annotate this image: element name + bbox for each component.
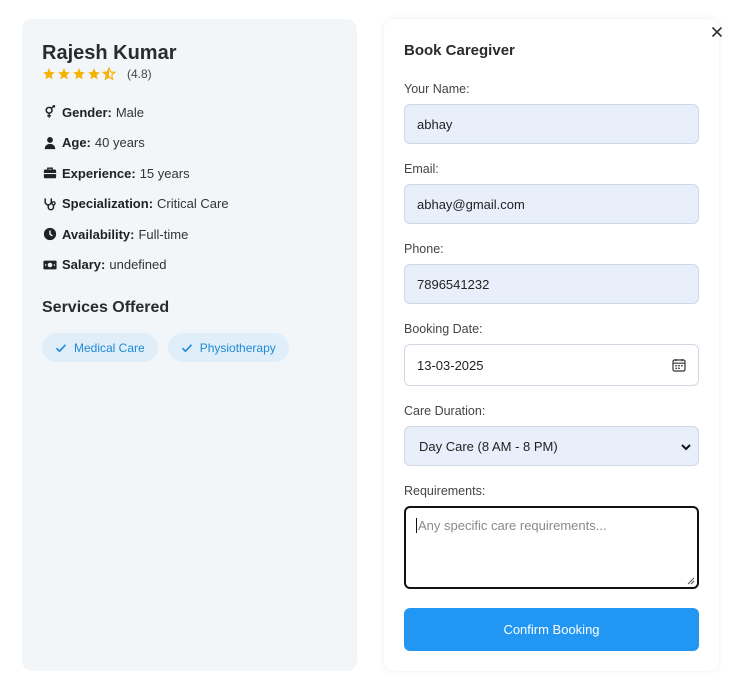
detail-age: Age: 40 years (42, 133, 229, 153)
calendar-icon[interactable] (672, 358, 686, 372)
care-duration-select[interactable]: Day Care (8 AM - 8 PM) (404, 426, 699, 466)
date-label: Booking Date: (404, 322, 483, 336)
detail-value: 40 years (94, 135, 145, 150)
close-button[interactable] (709, 24, 725, 40)
email-input[interactable]: abhay@gmail.com (404, 184, 699, 224)
detail-value: Critical Care (157, 196, 229, 211)
detail-salary: Salary: undefined (42, 255, 229, 275)
duration-label: Care Duration: (404, 404, 486, 418)
phone-input[interactable]: 7896541232 (404, 264, 699, 304)
chevron-down-icon (681, 444, 691, 451)
user-icon (42, 136, 58, 150)
service-label: Medical Care (74, 340, 145, 355)
money-icon (42, 258, 58, 272)
booking-form-card: Book Caregiver Your Name: abhay Email: a… (384, 19, 719, 671)
caregiver-name: Rajesh Kumar (42, 42, 177, 64)
star-icon (58, 68, 70, 80)
detail-label: Salary: (62, 257, 106, 272)
detail-value: undefined (109, 257, 167, 272)
text-cursor (416, 518, 417, 533)
requirements-label: Requirements: (404, 484, 486, 498)
booking-date-input[interactable]: 13-03-2025 (404, 344, 699, 386)
services-title: Services Offered (42, 299, 170, 316)
form-title: Book Caregiver (404, 42, 515, 59)
resize-handle-icon[interactable] (686, 576, 695, 585)
stethoscope-icon (42, 197, 58, 211)
email-label: Email: (404, 162, 439, 176)
requirements-placeholder: Any specific care requirements... (418, 518, 607, 533)
detail-label: Age: (62, 135, 91, 150)
service-chip: Physiotherapy (167, 333, 289, 362)
phone-label: Phone: (404, 242, 444, 256)
rating-value: (4.8) (127, 67, 152, 81)
service-chip: Medical Care (42, 333, 158, 362)
detail-value: Male (115, 104, 145, 120)
detail-experience: Experience: 15 years (42, 163, 229, 183)
name-input[interactable]: abhay (404, 104, 699, 144)
services-list: Medical Care Physiotherapy (42, 333, 289, 362)
detail-value: Full-time (138, 226, 189, 242)
service-label: Physiotherapy (199, 340, 276, 355)
name-label: Your Name: (404, 82, 470, 96)
star-icon (43, 68, 55, 80)
close-icon (711, 26, 723, 38)
confirm-booking-button[interactable]: Confirm Booking (404, 608, 699, 651)
detail-value: 15 years (139, 165, 190, 181)
caregiver-details: Gender: Male Age: 40 years Experience: 1… (42, 102, 229, 285)
check-icon (55, 343, 67, 352)
detail-label: Experience: (62, 165, 136, 181)
check-icon (181, 343, 192, 352)
requirements-textarea[interactable]: Any specific care requirements... (404, 506, 699, 589)
star-half-icon (102, 67, 116, 81)
detail-gender: Gender: Male (42, 102, 229, 122)
detail-label: Gender: (62, 104, 112, 120)
star-icon (73, 68, 85, 80)
detail-label: Availability: (62, 226, 135, 242)
star-icon (88, 68, 100, 80)
caregiver-profile-card: Rajesh Kumar (4.8) Gender: Male Age: 40 … (22, 19, 357, 671)
detail-label: Specialization: (62, 196, 154, 211)
star-rating (42, 67, 116, 81)
duration-value: Day Care (8 AM - 8 PM) (419, 438, 558, 454)
clock-icon (42, 227, 58, 241)
gender-icon (42, 105, 58, 119)
detail-specialization: Specialization: Critical Care (42, 194, 229, 214)
briefcase-icon (42, 166, 58, 180)
date-value: 13-03-2025 (417, 357, 484, 373)
rating: (4.8) (42, 67, 152, 81)
detail-availability: Availability: Full-time (42, 224, 229, 244)
